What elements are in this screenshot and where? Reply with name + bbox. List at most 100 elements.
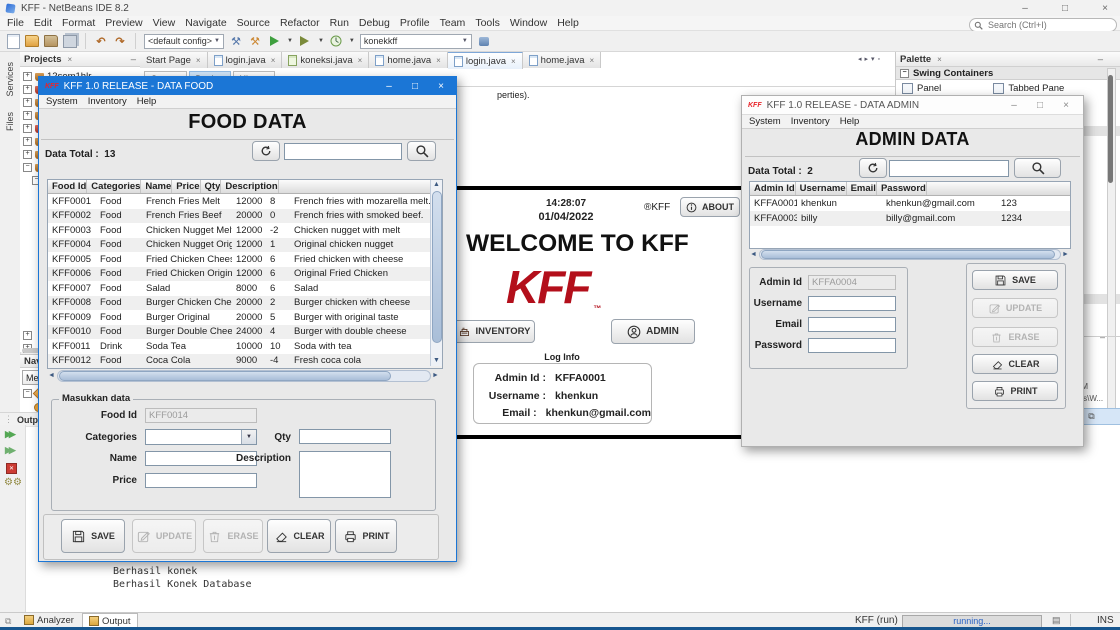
- projects-panel-header[interactable]: Projects × –: [20, 52, 140, 67]
- table-row[interactable]: KFF0002 Food French Fries Beef 20000 0 F…: [48, 209, 442, 224]
- debug-project-icon[interactable]: [298, 34, 312, 48]
- refresh-button[interactable]: [859, 158, 887, 178]
- new-file-icon[interactable]: [6, 34, 20, 48]
- menu-item[interactable]: Help: [552, 17, 584, 29]
- menu-item[interactable]: Edit: [29, 17, 57, 29]
- editor-tab[interactable]: login.java ×: [448, 52, 523, 69]
- table-row[interactable]: KFF0011 Drink Soda Tea 10000 10 Soda wit…: [48, 339, 442, 354]
- redo-icon[interactable]: ↷: [113, 34, 127, 48]
- float-window-icon[interactable]: ⧉: [1088, 411, 1094, 422]
- erase-button[interactable]: ERASE: [203, 519, 263, 553]
- window-minimize-button[interactable]: –: [1001, 100, 1027, 111]
- build-hammer-icon[interactable]: ⚒: [229, 34, 243, 48]
- print-button[interactable]: PRINT: [972, 381, 1058, 401]
- menu-item[interactable]: View: [148, 17, 181, 29]
- menu-item[interactable]: Debug: [354, 17, 395, 29]
- table-row[interactable]: KFF0003 Food Chicken Nugget Melt 12000 -…: [48, 223, 442, 238]
- table-row[interactable]: KFF0007 Food Salad 8000 6 Salad: [48, 281, 442, 296]
- column-header[interactable]: Categories: [87, 180, 141, 193]
- window-minimize-button[interactable]: –: [376, 81, 402, 92]
- menu-item[interactable]: Run: [325, 17, 354, 29]
- scroll-up-icon[interactable]: ▲: [433, 180, 440, 190]
- menu-item[interactable]: System: [744, 116, 786, 127]
- ide-tool-icon[interactable]: [477, 34, 491, 48]
- food-search-input[interactable]: [284, 143, 402, 160]
- project-tree-node[interactable]: +: [23, 330, 32, 341]
- open-project-icon[interactable]: [44, 34, 58, 48]
- minimize-panel-icon[interactable]: –: [131, 54, 136, 65]
- table-row[interactable]: KFF0006 Food Fried Chicken Original 1200…: [48, 267, 442, 282]
- settings-gears-icon[interactable]: ⚙⚙: [4, 477, 22, 488]
- window-close-button[interactable]: ×: [428, 81, 454, 92]
- close-icon[interactable]: ×: [68, 55, 73, 64]
- menu-item[interactable]: Source: [232, 17, 275, 29]
- scrollbar-thumb[interactable]: [1108, 75, 1113, 183]
- close-icon[interactable]: ×: [436, 56, 441, 65]
- column-header[interactable]: Admin Id: [750, 182, 796, 195]
- menu-item[interactable]: Inventory: [786, 116, 835, 127]
- clear-button[interactable]: CLEAR: [267, 519, 331, 553]
- scroll-right-icon[interactable]: ►: [432, 371, 439, 381]
- editor-tab[interactable]: login.java ×: [208, 52, 283, 68]
- refresh-button[interactable]: [252, 141, 280, 161]
- search-button[interactable]: [407, 141, 436, 161]
- scrollbar-thumb[interactable]: [432, 191, 442, 343]
- column-header[interactable]: Email: [847, 182, 877, 195]
- stop-icon[interactable]: ✕: [6, 463, 17, 474]
- menu-item[interactable]: Help: [835, 116, 865, 127]
- clear-button[interactable]: CLEAR: [972, 354, 1058, 374]
- save-all-icon[interactable]: [63, 34, 77, 48]
- column-header[interactable]: Password: [877, 182, 927, 195]
- table-row[interactable]: KFFA0001 khenkun khenkun@gmail.com 123: [750, 196, 1070, 211]
- table-row[interactable]: KFF0005 Food Fried Chicken Cheese 12000 …: [48, 252, 442, 267]
- food-window-titlebar[interactable]: KFF KFF 1.0 RELEASE - DATA FOOD – □ ×: [39, 77, 456, 95]
- qty-field[interactable]: [299, 429, 391, 444]
- new-project-icon[interactable]: [25, 34, 39, 48]
- palette-panel-header[interactable]: Palette × –: [896, 52, 1120, 67]
- save-button[interactable]: SAVE: [61, 519, 125, 553]
- update-button[interactable]: UPDATE: [972, 298, 1058, 318]
- scroll-down-icon[interactable]: ▼: [433, 356, 440, 366]
- table-row[interactable]: KFFA0003 billy billy@gmail.com 1234: [750, 211, 1070, 226]
- table-row[interactable]: KFF0012 Food Coca Cola 9000 -4 Fresh coc…: [48, 354, 442, 369]
- save-button[interactable]: SAVE: [972, 270, 1058, 290]
- minimize-panel-icon[interactable]: –: [1100, 332, 1105, 342]
- editor-vertical-scrollbar[interactable]: [1107, 68, 1116, 414]
- table-row[interactable]: KFF0008 Food Burger Chicken Cheese 20000…: [48, 296, 442, 311]
- column-header[interactable]: Qty: [201, 180, 222, 193]
- clean-build-icon[interactable]: ⚒: [248, 34, 262, 48]
- menu-item[interactable]: Navigate: [180, 17, 231, 29]
- sidebar-tab-services[interactable]: Services: [5, 62, 15, 97]
- rerun-icon[interactable]: ▶▶: [5, 429, 13, 440]
- run-config-combobox[interactable]: konekkff▼: [360, 34, 472, 49]
- admin-search-input[interactable]: [889, 160, 1009, 177]
- window-close-button[interactable]: ×: [1090, 0, 1120, 16]
- close-icon[interactable]: ×: [590, 56, 595, 65]
- scroll-right-icon[interactable]: ►: [1062, 250, 1069, 260]
- inventory-button[interactable]: INVENTORY: [453, 320, 535, 343]
- palette-item[interactable]: Panel: [902, 83, 941, 94]
- table-row[interactable]: KFF0001 Food French Fries Melt 12000 8 F…: [48, 194, 442, 209]
- process-list-icon[interactable]: ▤: [1052, 615, 1061, 626]
- window-maximize-button[interactable]: □: [1027, 100, 1053, 111]
- minimize-panel-icon[interactable]: –: [1098, 54, 1103, 65]
- window-minimize-button[interactable]: –: [1010, 0, 1040, 16]
- column-header[interactable]: Description: [221, 180, 278, 193]
- close-icon[interactable]: ×: [271, 56, 276, 65]
- username-field[interactable]: [808, 296, 896, 311]
- search-button[interactable]: [1014, 158, 1061, 178]
- window-maximize-button[interactable]: □: [402, 81, 428, 92]
- sidebar-tab-files[interactable]: Files: [5, 112, 15, 131]
- column-header[interactable]: Food Id: [48, 180, 87, 193]
- erase-button[interactable]: ERASE: [972, 327, 1058, 347]
- print-button[interactable]: PRINT: [335, 519, 397, 553]
- admin-window-titlebar[interactable]: KFF KFF 1.0 RELEASE - DATA ADMIN – □ ×: [742, 96, 1083, 115]
- palette-item[interactable]: Tabbed Pane: [993, 83, 1064, 94]
- table-row[interactable]: KFF0010 Food Burger Double Cheese 24000 …: [48, 325, 442, 340]
- menu-item[interactable]: Profile: [395, 17, 435, 29]
- food-h-scrollbar[interactable]: [57, 370, 431, 382]
- config-combobox[interactable]: <default config>▼: [144, 34, 224, 49]
- rerun-with-diff-icon[interactable]: ▶▶: [5, 445, 13, 456]
- menu-item[interactable]: File: [2, 17, 29, 29]
- menu-item[interactable]: Format: [57, 17, 100, 29]
